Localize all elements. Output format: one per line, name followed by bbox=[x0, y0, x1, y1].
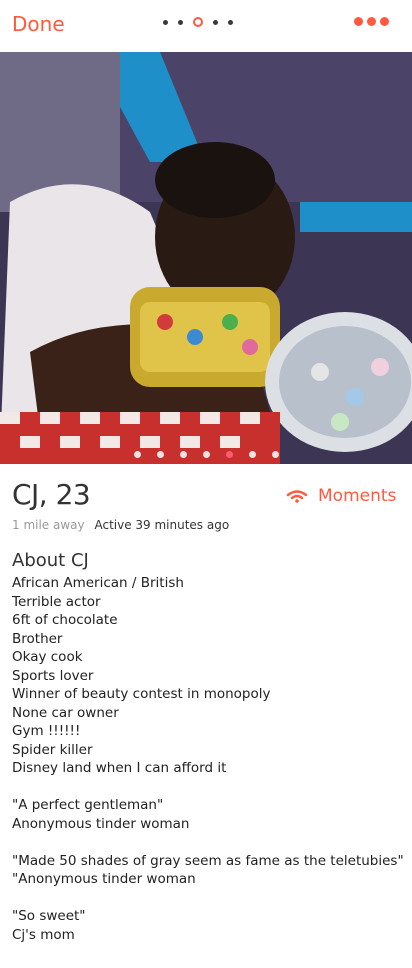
photo-dot[interactable] bbox=[248, 451, 256, 458]
bio-text: African American / British Terrible actor… bbox=[12, 574, 404, 944]
bio-spacer bbox=[12, 778, 404, 797]
photo-dot[interactable] bbox=[156, 451, 164, 458]
about-title: About CJ bbox=[12, 550, 89, 571]
pager-dot[interactable] bbox=[228, 19, 233, 25]
photo-pager bbox=[0, 451, 412, 458]
profile-photo[interactable] bbox=[0, 52, 412, 464]
bio-spacer bbox=[12, 889, 404, 908]
active-status: Active 39 minutes ago bbox=[94, 518, 230, 532]
bio-spacer bbox=[12, 833, 404, 852]
bio-line: None car owner bbox=[12, 704, 119, 721]
bio-line: "So sweet" bbox=[12, 908, 86, 924]
pager-dot[interactable] bbox=[213, 19, 218, 25]
done-button[interactable]: Done bbox=[12, 12, 65, 36]
distance-text: 1 mile away bbox=[12, 518, 85, 532]
photo-dot[interactable] bbox=[202, 451, 210, 458]
profile-pager bbox=[163, 17, 233, 27]
bio-line: Cj's mom bbox=[12, 926, 75, 943]
bio-line: Sports lover bbox=[12, 667, 94, 684]
bio-line: Anonymous tinder woman bbox=[12, 815, 190, 832]
top-bar: Done bbox=[0, 0, 412, 52]
bio-line: 6ft of chocolate bbox=[12, 612, 118, 628]
bio-line: African American / British bbox=[12, 575, 184, 591]
bio-line: Brother bbox=[12, 630, 63, 647]
bio-line: Terrible actor bbox=[12, 593, 101, 610]
bio-line: Winner of beauty contest in monopoly bbox=[12, 686, 271, 702]
bio-line: Disney land when I can afford it bbox=[12, 760, 227, 776]
bio-line: Spider killer bbox=[12, 741, 93, 758]
photo-dot[interactable] bbox=[133, 451, 141, 458]
pager-dot[interactable] bbox=[178, 19, 183, 25]
moments-button[interactable]: Moments bbox=[286, 486, 396, 506]
bio-line: Okay cook bbox=[12, 649, 83, 665]
bio-line: "Anonymous tinder woman bbox=[12, 871, 196, 887]
photo-dot-active[interactable] bbox=[225, 451, 233, 458]
pager-dot-active[interactable] bbox=[193, 17, 203, 27]
profile-name-age: CJ, 23 bbox=[12, 478, 91, 511]
photo-illustration bbox=[0, 52, 412, 464]
photo-dot[interactable] bbox=[179, 451, 187, 458]
moments-label: Moments bbox=[318, 486, 397, 506]
profile-meta: 1 mile away Active 39 minutes ago bbox=[12, 518, 229, 532]
wifi-icon bbox=[286, 490, 308, 503]
photo-dot[interactable] bbox=[271, 451, 279, 458]
bio-line: "A perfect gentleman" bbox=[12, 797, 164, 813]
bio-line: "Made 50 shades of gray seem as fame as … bbox=[12, 852, 404, 869]
bio-line: Gym !!!!!! bbox=[12, 723, 81, 739]
pager-dot[interactable] bbox=[163, 19, 168, 25]
more-dots-icon[interactable] bbox=[354, 17, 389, 26]
